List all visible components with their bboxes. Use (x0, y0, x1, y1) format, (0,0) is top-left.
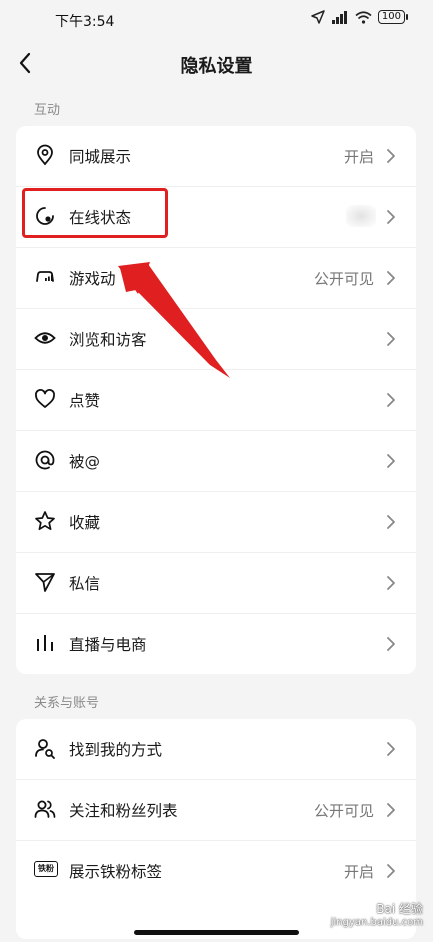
watermark-brand: Bai 经验 (376, 902, 423, 916)
home-indicator[interactable] (134, 930, 299, 935)
red-arrow-annotation (118, 262, 230, 378)
watermark: Bai 经验 jingyan.baidu.com (331, 902, 423, 930)
watermark-url: jingyan.baidu.com (330, 917, 423, 928)
